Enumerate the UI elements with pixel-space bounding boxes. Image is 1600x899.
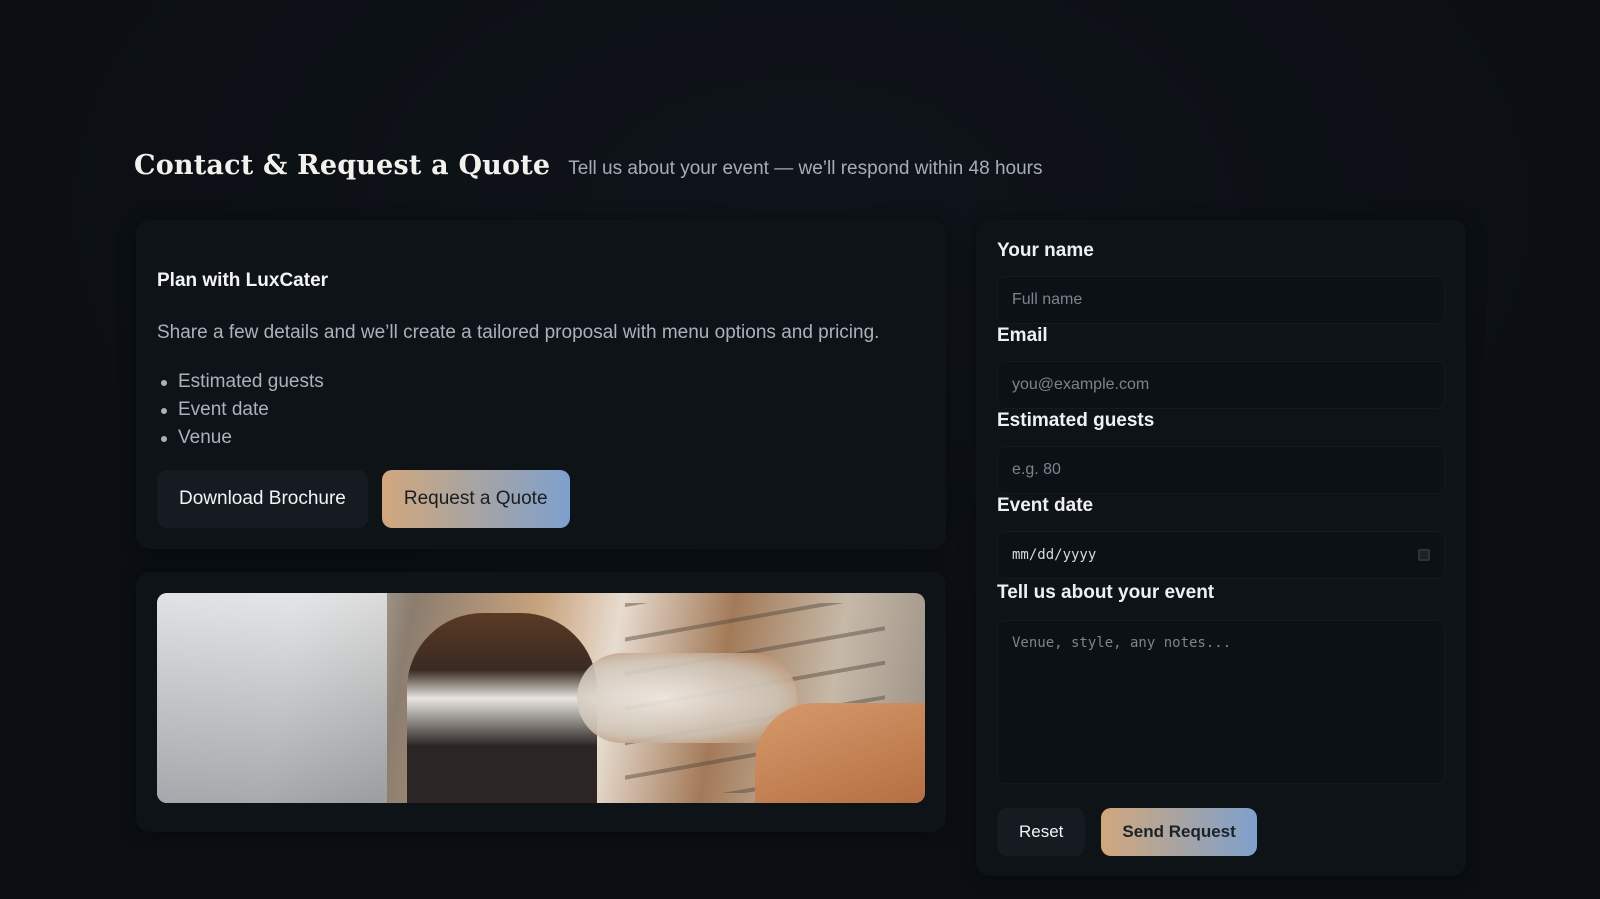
list-item: Event date: [157, 396, 324, 424]
request-quote-button[interactable]: Request a Quote: [381, 470, 570, 528]
name-input[interactable]: [997, 276, 1445, 324]
email-input[interactable]: [997, 361, 1445, 409]
guests-label: Estimated guests: [997, 410, 1155, 431]
event-details-label: Tell us about your event: [997, 582, 1215, 603]
quote-form: Your name Email Estimated guests Event d…: [976, 220, 1466, 876]
reset-button[interactable]: Reset: [997, 808, 1086, 856]
calendar-icon[interactable]: [1418, 549, 1430, 561]
plan-card: Plan with LuxCater Share a few details a…: [136, 220, 946, 549]
image-card: [136, 572, 946, 832]
plan-actions: Download Brochure Request a Quote: [157, 470, 570, 528]
plan-description: Share a few details and we’ll create a t…: [157, 322, 880, 343]
guests-input[interactable]: [997, 446, 1445, 494]
page-header: Contact & Request a Quote Tell us about …: [134, 150, 1042, 181]
event-date-input[interactable]: mm/dd/yyyy: [997, 531, 1445, 579]
email-label: Email: [997, 325, 1048, 346]
send-request-button[interactable]: Send Request: [1101, 808, 1257, 856]
page-title: Contact & Request a Quote: [134, 150, 551, 181]
page-subtitle: Tell us about your event — we’ll respond…: [568, 158, 1043, 179]
event-details-textarea[interactable]: [997, 620, 1445, 784]
form-actions: Reset Send Request: [997, 808, 1257, 856]
list-item: Estimated guests: [157, 368, 324, 396]
event-date-label: Event date: [997, 495, 1094, 516]
download-brochure-button[interactable]: Download Brochure: [157, 470, 368, 528]
event-date-value: mm/dd/yyyy: [1012, 547, 1097, 563]
plan-checklist: Estimated guests Event date Venue: [157, 368, 324, 452]
chef-photo: [157, 593, 925, 803]
plan-title: Plan with LuxCater: [157, 270, 329, 291]
name-label: Your name: [997, 240, 1094, 261]
list-item: Venue: [157, 424, 324, 452]
